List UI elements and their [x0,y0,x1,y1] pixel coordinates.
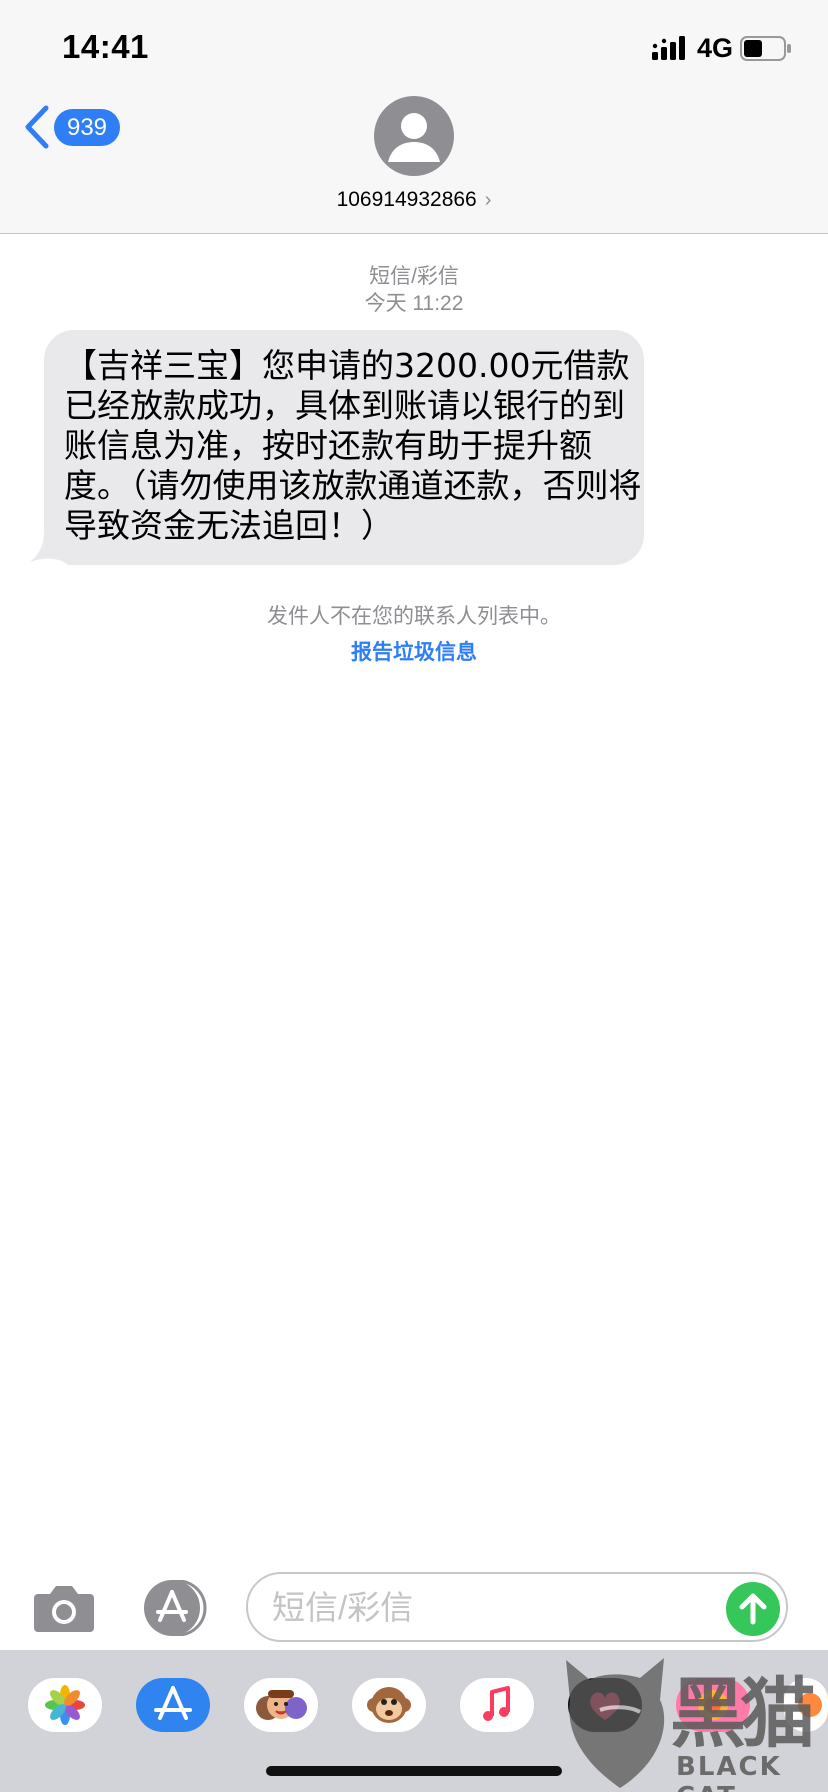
person-silhouette-icon [388,113,440,162]
chevron-right-icon: › [484,189,492,211]
home-indicator[interactable] [266,1766,562,1776]
animoji-monkey-icon[interactable] [352,1678,426,1732]
status-bar: 14:41 4G [0,0,828,96]
camera-icon[interactable] [32,1580,96,1636]
contact-avatar[interactable] [374,96,454,176]
incoming-message-bubble[interactable]: 【吉祥三宝】您申请的3200.00元借款已经放款成功，具体到账请以银行的到账信息… [28,330,644,565]
cat-logo-icon [566,1658,665,1788]
message-type-label: 短信/彩信 [369,265,459,288]
battery-icon [740,36,791,61]
contact-name-row[interactable]: 106914932866 › [0,188,828,212]
send-button[interactable] [726,1582,780,1636]
status-time: 14:41 [62,28,149,65]
signal-strength-icon [652,36,685,60]
app-store-button-icon[interactable] [138,1580,212,1636]
message-text: 【吉祥三宝】您申请的3200.00元借款已经放款成功，具体到账请以银行的到账信息… [64,346,642,545]
memoji-icon[interactable] [244,1678,318,1732]
photos-icon[interactable] [28,1678,102,1732]
arrow-up-icon [739,1593,767,1625]
music-icon[interactable] [460,1678,534,1732]
conversation-header: 14:41 4G 939 106914932866 › [0,0,828,234]
watermark-en: BLACK CAT [676,1752,782,1792]
message-input[interactable] [272,1586,712,1630]
black-cat-watermark: 黑猫 BLACK CAT [560,1640,828,1792]
appstore-icon[interactable] [136,1678,210,1732]
message-input-box[interactable] [246,1572,788,1642]
message-timestamp: 今天 11:22 [364,292,464,315]
not-in-contacts-note: 发件人不在您的联系人列表中。 [267,605,561,628]
unread-count-badge[interactable]: 939 [54,109,120,146]
back-chevron-icon[interactable] [22,104,52,150]
watermark-cn: 黑猫 [670,1669,816,1758]
contact-number[interactable]: 106914932866 [337,188,477,211]
report-junk-link[interactable]: 报告垃圾信息 [0,636,828,666]
network-type: 4G [697,33,734,63]
